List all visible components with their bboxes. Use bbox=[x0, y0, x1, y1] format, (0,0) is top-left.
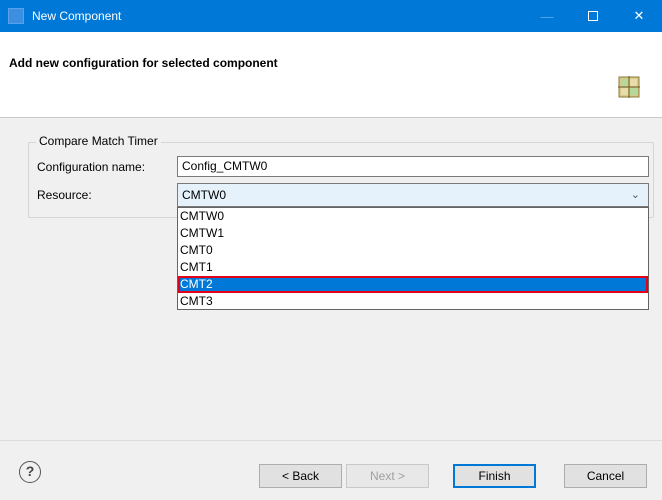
resource-dropdown-list[interactable]: CMTW0 CMTW1 CMT0 CMT1 CMT2 CMT3 bbox=[177, 207, 649, 310]
maximize-icon bbox=[588, 11, 598, 21]
dropdown-option[interactable]: CMT3 bbox=[178, 293, 648, 310]
title-bar: New Component — ✕ bbox=[0, 0, 662, 32]
page-heading: Add new configuration for selected compo… bbox=[9, 56, 278, 70]
app-icon bbox=[8, 8, 24, 24]
chevron-down-icon[interactable]: ⌄ bbox=[631, 188, 640, 201]
config-name-label: Configuration name: bbox=[37, 160, 146, 174]
resource-label: Resource: bbox=[37, 188, 92, 202]
back-button[interactable]: < Back bbox=[259, 464, 342, 488]
resource-selected-value: CMTW0 bbox=[182, 188, 226, 202]
next-button[interactable]: Next > bbox=[346, 464, 429, 488]
config-name-input[interactable]: Config_CMTW0 bbox=[177, 156, 649, 177]
dropdown-option[interactable]: CMT1 bbox=[178, 259, 648, 276]
close-button[interactable]: ✕ bbox=[616, 0, 662, 32]
resource-combobox[interactable]: CMTW0 ⌄ bbox=[177, 183, 649, 207]
wizard-banner: Add new configuration for selected compo… bbox=[0, 32, 662, 118]
footer-divider bbox=[0, 440, 662, 441]
dropdown-option-highlighted[interactable]: CMT2 bbox=[178, 276, 648, 293]
group-label: Compare Match Timer bbox=[36, 134, 161, 148]
window-title: New Component bbox=[32, 9, 122, 23]
cancel-button[interactable]: Cancel bbox=[564, 464, 647, 488]
finish-button[interactable]: Finish bbox=[453, 464, 536, 488]
help-icon[interactable]: ? bbox=[19, 461, 41, 483]
close-icon: ✕ bbox=[633, 8, 645, 23]
component-grid-icon bbox=[618, 76, 640, 98]
maximize-button[interactable] bbox=[570, 0, 616, 32]
dropdown-option[interactable]: CMT0 bbox=[178, 242, 648, 259]
minimize-button[interactable]: — bbox=[524, 0, 570, 32]
minimize-icon: — bbox=[540, 8, 554, 24]
dropdown-option[interactable]: CMTW1 bbox=[178, 225, 648, 242]
dropdown-option[interactable]: CMTW0 bbox=[178, 208, 648, 225]
